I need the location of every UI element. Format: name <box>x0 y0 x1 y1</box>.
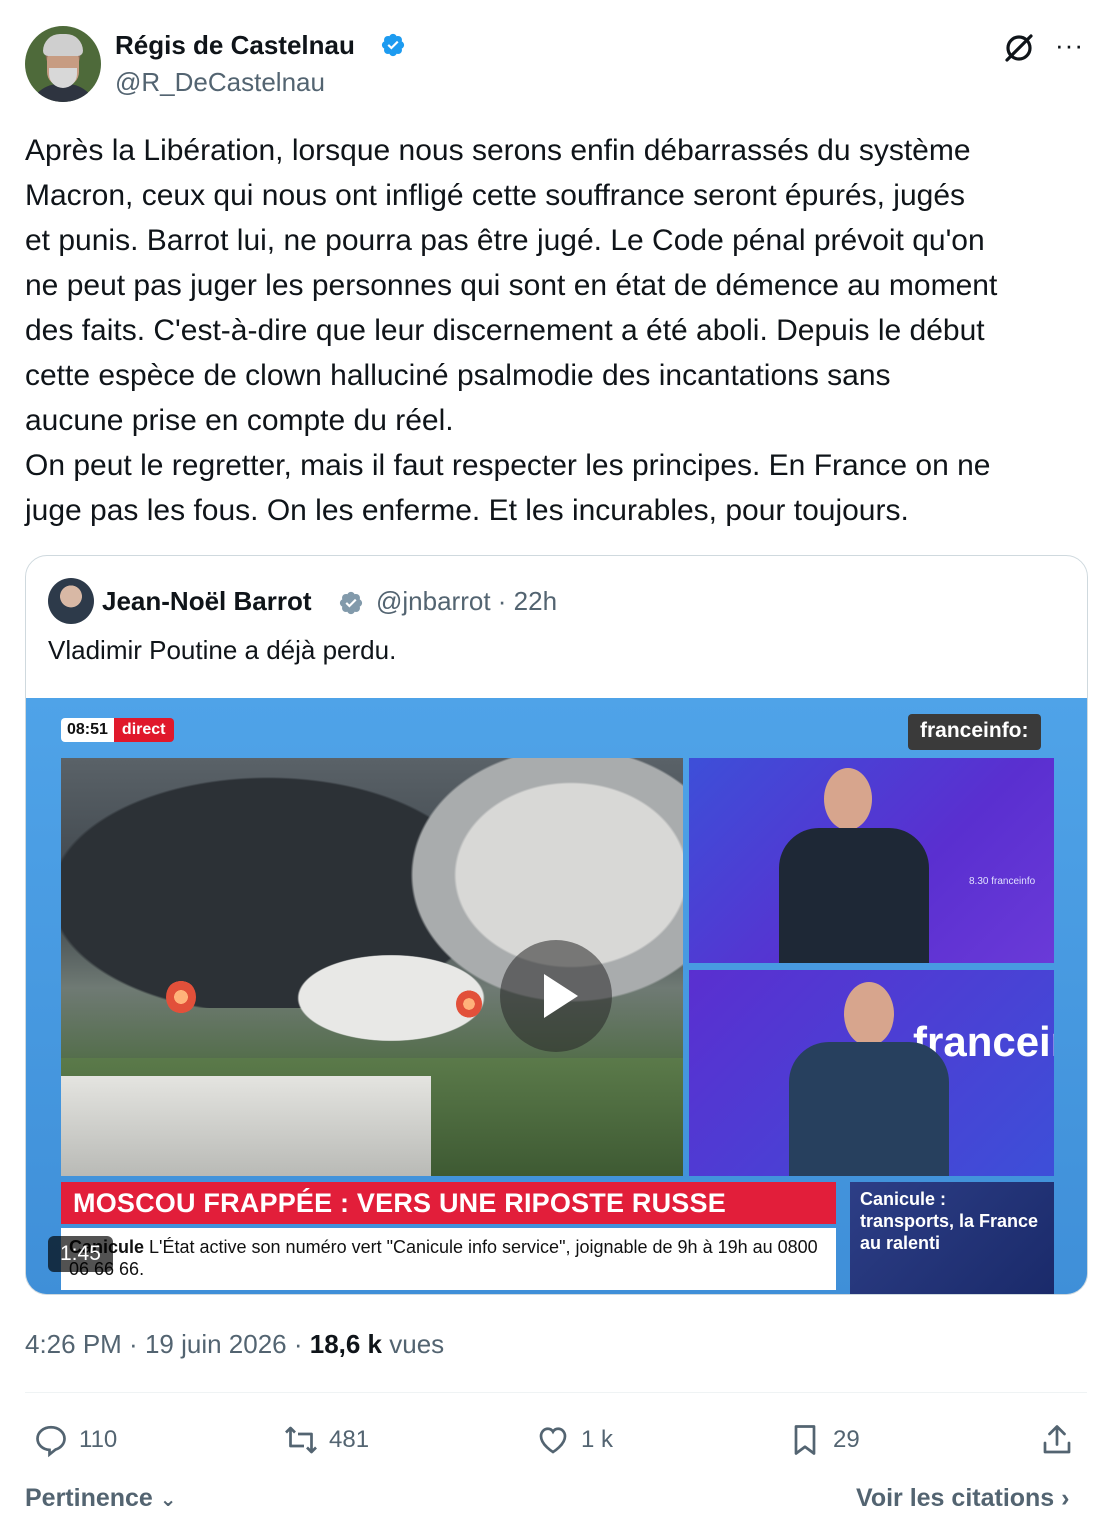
share-icon <box>1043 1425 1071 1454</box>
news-headline: MOSCOU FRAPPÉE : VERS UNE RIPOSTE RUSSE … <box>61 1182 836 1260</box>
verified-badge-icon <box>381 33 405 57</box>
tweet-date[interactable]: 19 juin 2026 <box>145 1329 287 1359</box>
repost-button[interactable]: 481 <box>283 1418 369 1462</box>
reply-count: 110 <box>79 1426 118 1453</box>
studio-label: 8.30 franceinfo <box>969 876 1036 887</box>
clock-time: 08:51 <box>61 718 114 742</box>
views-count: 18,6 k <box>309 1329 383 1359</box>
news-ticker: Canicule L'État active son numéro vert "… <box>61 1228 836 1290</box>
author-handle[interactable]: @R_DeCastelnau <box>115 66 325 98</box>
play-button[interactable] <box>500 940 612 1052</box>
live-clock-badge: 08:51 direct <box>61 718 174 742</box>
quoted-tweet[interactable]: Jean-Noël Barrot @jnbarrot · 22h Vladimi… <box>25 555 1088 1295</box>
bookmark-icon <box>794 1425 816 1455</box>
quoted-author-handle-time[interactable]: @jnbarrot · 22h <box>376 584 557 618</box>
bookmark-count: 29 <box>833 1426 860 1453</box>
channel-logo: franceinfo: <box>908 714 1041 750</box>
like-count: 1 k <box>581 1426 614 1453</box>
grok-icon[interactable] <box>1001 30 1037 66</box>
tweet-time[interactable]: 4:26 PM <box>25 1329 122 1359</box>
quoted-verified-badge-icon <box>339 591 363 615</box>
reply-button[interactable]: 110 <box>33 1418 117 1462</box>
view-quotes-link[interactable]: Voir les citations › <box>856 1478 1070 1518</box>
chevron-down-icon: ⌄ <box>159 1489 177 1511</box>
sort-dropdown[interactable]: Pertinence ⌄ <box>25 1478 177 1520</box>
live-label: direct <box>113 718 174 742</box>
divider <box>25 1392 1087 1393</box>
repost-icon <box>285 1426 317 1454</box>
studio-guest-bottom: francein <box>689 970 1054 1176</box>
quoted-tweet-text: Vladimir Poutine a déjà perdu. <box>48 635 397 665</box>
tweet-meta: 4:26 PM · 19 juin 2026 · 18,6 k vues <box>25 1329 445 1359</box>
author-name[interactable]: Régis de Castelnau <box>115 28 355 62</box>
tweet-text: Après la Libération, lorsque nous serons… <box>25 134 998 527</box>
heart-icon <box>539 1427 567 1454</box>
studio-guest-top: 8.30 franceinfo <box>689 758 1054 963</box>
view-quotes-label: Voir les citations <box>856 1484 1055 1512</box>
sort-label: Pertinence <box>25 1484 153 1512</box>
ticker-text: L'État active son numéro vert "Canicule … <box>69 1237 818 1279</box>
author-avatar[interactable] <box>25 26 101 102</box>
side-news-card: Canicule : transports, la France au rale… <box>850 1182 1054 1294</box>
chevron-right-icon: › <box>1061 1484 1070 1512</box>
quoted-author-avatar[interactable] <box>48 578 94 624</box>
share-button[interactable] <box>1039 1418 1075 1462</box>
action-bar: 110 481 1 k 29 <box>25 1410 1087 1470</box>
more-options-icon[interactable]: ··· <box>1055 30 1087 66</box>
like-button[interactable]: 1 k <box>535 1418 613 1462</box>
video-player[interactable]: 08:51 direct franceinfo: 8.30 franceinfo… <box>26 698 1087 1294</box>
views-label: vues <box>389 1329 445 1359</box>
repost-count: 481 <box>329 1426 370 1453</box>
tweet-header: Régis de Castelnau @R_DeCastelnau ··· <box>25 26 1087 102</box>
bookmark-button[interactable]: 29 <box>787 1418 860 1462</box>
reply-icon <box>36 1425 66 1458</box>
quoted-author-name[interactable]: Jean-Noël Barrot <box>102 584 312 618</box>
video-duration: 1:45 <box>48 1236 113 1272</box>
